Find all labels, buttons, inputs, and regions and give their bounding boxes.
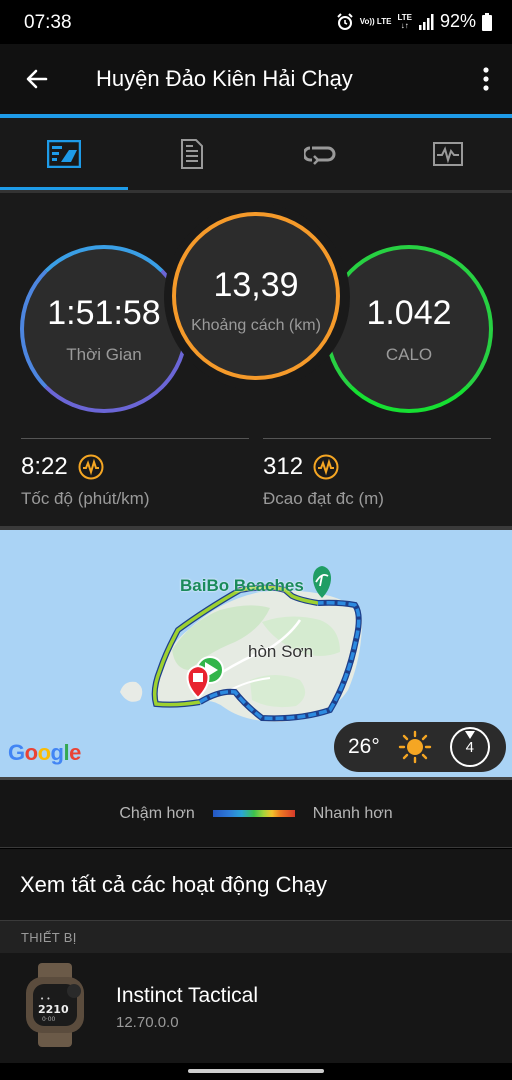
device-name: Instinct Tactical	[116, 984, 259, 1007]
pace-graph-icon	[78, 454, 104, 480]
time-ring: 1:51:58 Thời Gian	[20, 245, 188, 413]
device-row[interactable]: • • 2210 0·00 Instinct Tactical 12.70.0.…	[0, 953, 512, 1063]
tab-laps[interactable]	[128, 118, 256, 190]
elevation-label: Đcao đạt đc (m)	[263, 489, 384, 508]
chart-icon	[433, 142, 463, 166]
elevation-graph-icon	[313, 454, 339, 480]
back-arrow-icon	[26, 69, 48, 89]
time-value: 1:51:58	[47, 293, 161, 332]
tab-splits[interactable]	[256, 118, 384, 190]
splits-icon	[304, 146, 336, 165]
view-all-runs-link[interactable]: Xem tất cả các hoạt động Chạy	[0, 849, 512, 920]
calories-ring: 1.042 CALO	[325, 245, 493, 413]
legend-color-bar	[212, 810, 295, 817]
more-vertical-icon	[483, 67, 489, 91]
map-label-island: hòn Sơn	[248, 642, 314, 661]
stats-panel: 1:51:58 Thời Gian 1.042 CALO 13,39 Khoản…	[0, 193, 512, 526]
device-section-header: THIẾT BỊ	[0, 921, 512, 953]
pace-legend: Chậm hơn Nhanh hơn	[0, 780, 512, 848]
weather-widget[interactable]: 26° 4	[334, 722, 506, 772]
activity-title: Huyện Đảo Kiên Hải Chạy	[96, 66, 353, 91]
calories-value: 1.042	[366, 293, 452, 332]
app-bar: Huyện Đảo Kiên Hải Chạy	[0, 44, 512, 114]
volte-indicator: Vo)) LTE	[359, 16, 392, 26]
lte-indicator: LTE ↓↑	[397, 12, 412, 30]
wind-direction-icon	[464, 731, 475, 739]
pace-value: 8:22	[21, 453, 68, 480]
temperature-value: 26°	[348, 735, 380, 758]
calories-label: CALO	[385, 344, 433, 364]
map-label-beach: BaiBo Beaches	[180, 576, 304, 595]
google-logo: Google	[8, 740, 81, 765]
status-bar: 07:38 Vo)) LTE LTE ↓↑ 92%	[0, 0, 512, 44]
svg-text:0·00: 0·00	[42, 1016, 56, 1023]
elevation-stat: 312 Đcao đạt đc (m)	[263, 438, 491, 518]
tab-bar	[0, 118, 512, 190]
svg-text:• •: • •	[40, 995, 50, 1003]
distance-value: 13,39	[213, 265, 299, 304]
watch-icon: • • 2210 0·00	[26, 963, 84, 1047]
status-icons: Vo)) LTE LTE ↓↑ 92%	[336, 11, 492, 32]
stats-icon	[47, 140, 81, 168]
legend-slower: Chậm hơn	[119, 804, 195, 822]
legend-faster: Nhanh hơn	[312, 804, 393, 822]
battery-icon	[482, 12, 492, 31]
tab-charts[interactable]	[384, 118, 512, 190]
home-indicator[interactable]	[188, 1069, 324, 1073]
distance-label: Khoảng cách (km)	[191, 316, 321, 334]
svg-text:2210: 2210	[38, 1003, 69, 1016]
pace-stat: 8:22 Tốc độ (phút/km)	[21, 438, 249, 518]
status-time: 07:38	[24, 12, 72, 33]
system-nav-bar	[0, 1063, 512, 1080]
pace-label: Tốc độ (phút/km)	[21, 489, 150, 508]
wind-indicator: 4	[449, 727, 490, 767]
more-options-button[interactable]	[474, 62, 498, 96]
sun-icon	[398, 730, 431, 764]
alarm-icon	[337, 12, 353, 30]
wind-speed: 4	[465, 738, 474, 756]
laps-icon	[181, 139, 203, 169]
time-label: Thời Gian	[66, 344, 142, 364]
signal-icon	[418, 13, 434, 30]
route-map[interactable]: BaiBo Beaches hòn Sơn Google 26° 4	[0, 530, 512, 777]
device-version: 12.70.0.0	[116, 1014, 179, 1031]
elevation-value: 312	[263, 453, 304, 480]
distance-ring: 13,39 Khoảng cách (km)	[172, 212, 340, 380]
tab-stats[interactable]	[0, 118, 128, 190]
back-button[interactable]	[18, 61, 56, 97]
battery-percent: 92%	[439, 11, 476, 31]
